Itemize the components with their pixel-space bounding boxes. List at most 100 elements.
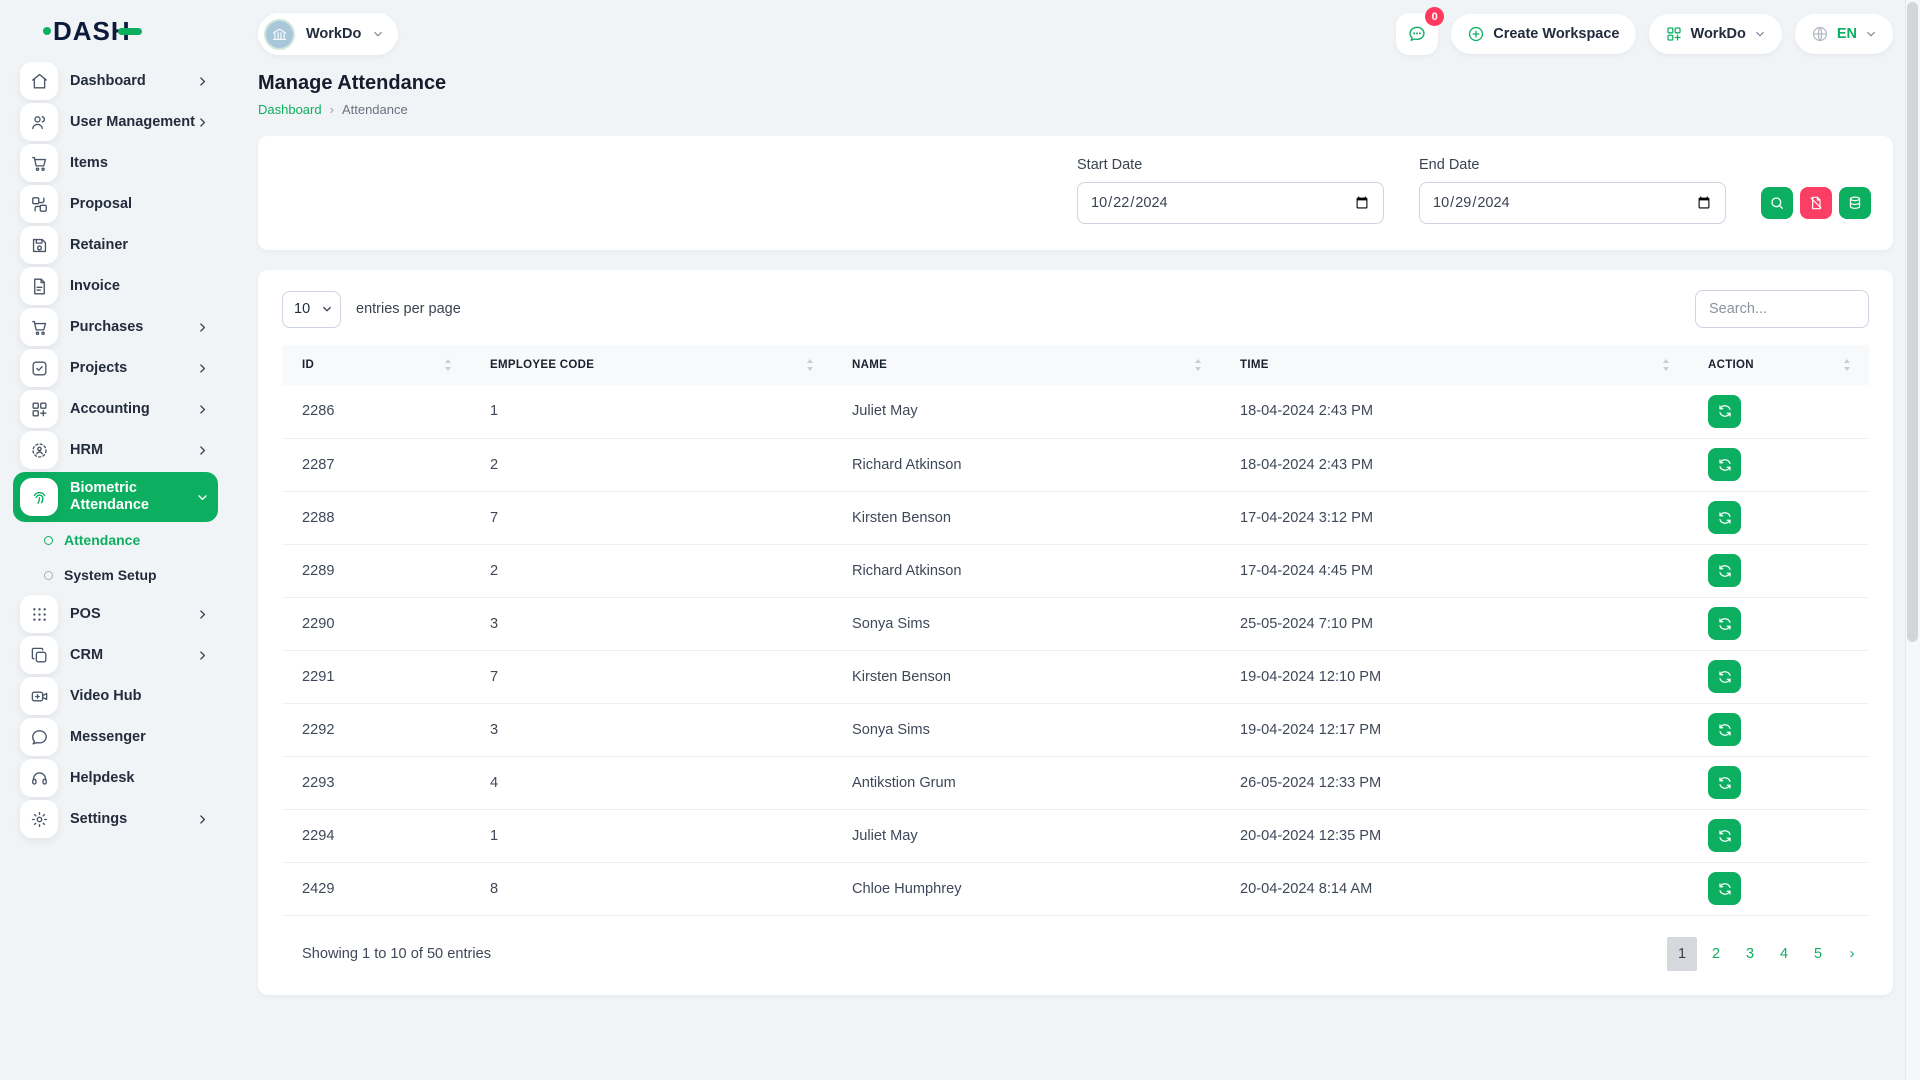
start-date-input[interactable] [1077,182,1384,224]
refresh-icon [1717,457,1733,473]
sync-attendance-button[interactable] [1708,660,1741,693]
create-workspace-button[interactable]: Create Workspace [1451,14,1635,54]
sidebar-item-projects[interactable]: Projects [13,349,218,387]
column-header-name[interactable]: NAME [832,345,1220,385]
scrollbar-thumb[interactable] [1907,2,1918,642]
sidebar-item-crm[interactable]: CRM [13,636,218,674]
entries-per-page-label: entries per page [356,301,461,317]
page-button-1[interactable]: 1 [1667,937,1697,971]
page-button-5[interactable]: 5 [1803,937,1833,971]
export-data-button[interactable] [1839,187,1871,219]
sidebar-item-items[interactable]: Items [13,144,218,182]
cell-employee-code: 3 [470,703,832,756]
sync-attendance-button[interactable] [1708,554,1741,587]
sync-attendance-button[interactable] [1708,766,1741,799]
breadcrumb-dashboard-link[interactable]: Dashboard [258,102,322,117]
table-search-input[interactable] [1695,290,1869,328]
sidebar-item-helpdesk[interactable]: Helpdesk [13,759,218,797]
sync-attendance-button[interactable] [1708,501,1741,534]
cell-time: 17-04-2024 4:45 PM [1220,544,1688,597]
end-date-input[interactable] [1419,182,1726,224]
apply-filter-button[interactable] [1761,187,1793,219]
column-header-id[interactable]: ID [282,345,470,385]
sync-attendance-button[interactable] [1708,819,1741,852]
topbar: WorkDo 0 Create Workspace [258,0,1893,62]
sidebar-item-pos[interactable]: POS [13,595,218,633]
pagination: 12345› [1667,937,1867,971]
sidebar-item-video-hub[interactable]: Video Hub [13,677,218,715]
database-icon [1847,195,1863,211]
cell-name: Richard Atkinson [832,438,1220,491]
attendance-table-card: 10 entries per page ID EMPLOYEE CODE NAM… [258,270,1893,995]
sidebar-item-invoice[interactable]: Invoice [13,267,218,305]
sidebar-subitem-system-setup[interactable]: System Setup [44,560,218,590]
refresh-icon [1717,828,1733,844]
cell-name: Juliet May [832,809,1220,862]
sidebar-item-retainer[interactable]: Retainer [13,226,218,264]
file-slash-icon [1808,195,1824,211]
sort-icon[interactable] [1662,358,1670,372]
sort-icon[interactable] [1194,358,1202,372]
workspace-avatar-building-icon [264,19,295,50]
app-menu-label: WorkDo [1691,26,1746,42]
clear-filter-button[interactable] [1800,187,1832,219]
page-size-select[interactable]: 10 [282,291,341,328]
sidebar-subitem-attendance[interactable]: Attendance [44,525,218,555]
sort-icon[interactable] [444,358,452,372]
sync-attendance-button[interactable] [1708,607,1741,640]
sync-attendance-button[interactable] [1708,448,1741,481]
breadcrumb-current: Attendance [342,102,408,117]
table-row: 22872Richard Atkinson18-04-2024 2:43 PM [282,438,1869,491]
sort-icon[interactable] [1843,358,1851,372]
sidebar-item-accounting[interactable]: Accounting [13,390,218,428]
column-header-action[interactable]: ACTION [1688,345,1869,385]
sync-attendance-button[interactable] [1708,872,1741,905]
sidebar-item-biometric-attendance[interactable]: Biometric Attendance [13,472,218,522]
topbar-actions: 0 Create Workspace WorkDo [1396,13,1893,55]
grid-plus-icon [1665,25,1683,43]
proposal-icon [20,185,58,223]
page-button-4[interactable]: 4 [1769,937,1799,971]
page-button-3[interactable]: 3 [1735,937,1765,971]
chevron-right-icon [196,608,209,621]
sidebar-item-label: Purchases [70,319,143,336]
sidebar-item-hrm[interactable]: HRM [13,431,218,469]
page-button-2[interactable]: 2 [1701,937,1731,971]
sidebar-item-proposal[interactable]: Proposal [13,185,218,223]
cell-employee-code: 3 [470,597,832,650]
page-title: Manage Attendance [258,72,1893,95]
chevron-right-icon [196,649,209,662]
refresh-icon [1717,403,1733,419]
sidebar-item-messenger[interactable]: Messenger [13,718,218,756]
sidebar-nav: DashboardUser ManagementItemsProposal Ret… [13,62,218,838]
next-page-button[interactable]: › [1837,937,1867,971]
column-header-time[interactable]: TIME [1220,345,1688,385]
chevron-down-icon [1865,28,1877,40]
language-selector[interactable]: EN [1795,14,1893,54]
sidebar-item-label: Retainer [70,237,128,254]
sidebar-item-dashboard[interactable]: Dashboard [13,62,218,100]
retainer-icon [20,226,58,264]
sync-attendance-button[interactable] [1708,395,1741,428]
sidebar-item-user-management[interactable]: User Management [13,103,218,141]
app-logo[interactable]: DASH [43,18,142,44]
column-header-employee-code[interactable]: EMPLOYEE CODE [470,345,832,385]
table-row: 22917Kirsten Benson19-04-2024 12:10 PM [282,650,1869,703]
plus-circle-icon [1467,25,1485,43]
page-size-select-wrap: 10 [282,291,341,328]
table-row: 22903Sonya Sims25-05-2024 7:10 PM [282,597,1869,650]
cell-name: Antikstion Grum [832,756,1220,809]
search-icon [1769,195,1785,211]
app-menu-button[interactable]: WorkDo [1649,14,1782,54]
messages-button[interactable]: 0 [1396,13,1438,55]
sort-icon[interactable] [806,358,814,372]
sidebar-item-purchases[interactable]: Purchases [13,308,218,346]
sync-attendance-button[interactable] [1708,713,1741,746]
cell-time: 26-05-2024 12:33 PM [1220,756,1688,809]
refresh-icon [1717,881,1733,897]
logo-row: DASH [13,0,218,62]
workspace-selector[interactable]: WorkDo [258,13,398,55]
cell-name: Chloe Humphrey [832,862,1220,915]
sidebar-item-settings[interactable]: Settings [13,800,218,838]
scrollbar[interactable] [1905,0,1920,1080]
